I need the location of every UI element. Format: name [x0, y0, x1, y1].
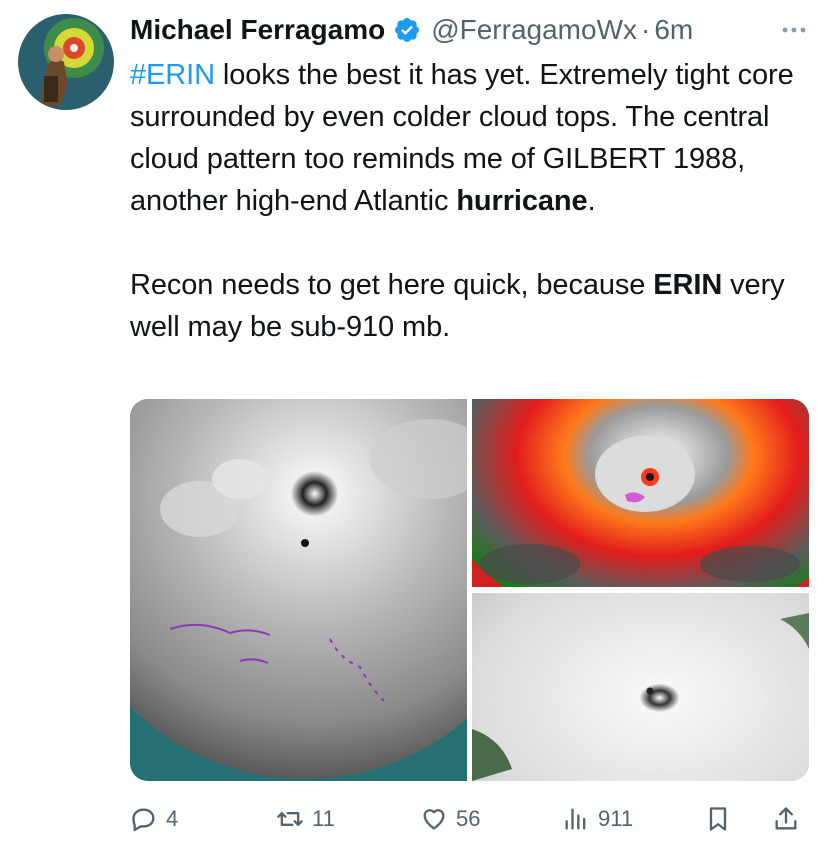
- avatar[interactable]: [18, 14, 114, 110]
- timestamp[interactable]: 6m: [654, 14, 693, 46]
- media-grid: [130, 399, 809, 781]
- views-chart-icon: [565, 808, 586, 830]
- reply-icon: [132, 808, 155, 832]
- bookmark-button[interactable]: [704, 796, 740, 842]
- view-count: 911: [598, 806, 634, 831]
- action-bar: 4 11 56 911: [130, 796, 810, 842]
- retweet-count: 11: [312, 806, 335, 831]
- like-button[interactable]: 56: [420, 796, 480, 842]
- heart-icon: [423, 809, 445, 830]
- bookmark-icon: [709, 807, 727, 831]
- bold-text: hurricane: [456, 185, 588, 217]
- more-options-icon[interactable]: [778, 20, 810, 40]
- retweet-icon: [277, 812, 303, 826]
- like-count: 56: [456, 806, 481, 831]
- author-name[interactable]: Michael Ferragamo: [130, 14, 385, 46]
- tweet-paragraph-2: Recon needs to get here quick, because E…: [130, 264, 810, 348]
- tweet-text-segment: Recon needs to get here quick, because: [130, 269, 654, 301]
- tweet-paragraph-1: #ERIN looks the best it has yet. Extreme…: [130, 54, 810, 222]
- reply-button[interactable]: 4: [130, 796, 178, 842]
- author-handle[interactable]: @FerragamoWx: [431, 14, 637, 46]
- retweet-button[interactable]: 11: [276, 796, 335, 842]
- hashtag-link[interactable]: #ERIN: [130, 59, 215, 91]
- separator-dot: ·: [641, 14, 651, 45]
- tweet-text: #ERIN looks the best it has yet. Extreme…: [130, 54, 810, 348]
- share-icon: [775, 807, 797, 830]
- reply-count: 4: [166, 806, 179, 831]
- avatar-image: [18, 14, 114, 110]
- tweet-text-segment: .: [587, 185, 596, 217]
- share-button[interactable]: [772, 796, 808, 842]
- verified-badge-icon: [395, 18, 420, 42]
- bold-text: ERIN: [653, 269, 723, 301]
- views-button[interactable]: 911: [562, 796, 633, 842]
- tweet-header: Michael Ferragamo @FerragamoWx · 6m: [130, 12, 810, 48]
